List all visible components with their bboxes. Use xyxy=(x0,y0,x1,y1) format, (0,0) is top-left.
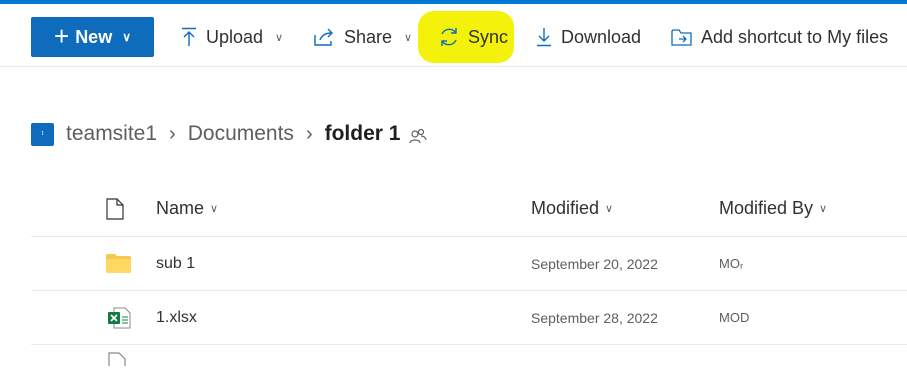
breadcrumb-library[interactable]: Documents xyxy=(188,122,294,146)
item-name[interactable]: 1.xlsx xyxy=(156,291,197,344)
upload-icon xyxy=(180,27,198,47)
item-modified: September 20, 2022 xyxy=(531,255,658,272)
upload-button[interactable]: Upload ∨ xyxy=(180,17,283,57)
chevron-down-icon: ∨ xyxy=(404,31,413,44)
chevron-down-icon: ∨ xyxy=(210,203,219,215)
file-type-icon[interactable] xyxy=(106,198,124,220)
share-label: Share xyxy=(344,26,393,47)
item-name[interactable]: sub 1 xyxy=(156,237,195,290)
folder-icon xyxy=(106,237,131,290)
shortcut-icon xyxy=(671,27,693,47)
sync-label: Sync xyxy=(468,26,509,47)
download-label: Download xyxy=(561,26,642,47)
item-modified: September 28, 2022 xyxy=(531,309,658,326)
breadcrumb: t teamsite1 › Documents › folder 1 xyxy=(31,118,428,150)
breadcrumb-site[interactable]: teamsite1 xyxy=(66,122,157,146)
shared-people-icon[interactable] xyxy=(409,128,428,144)
new-button-label: New xyxy=(75,26,113,47)
chevron-down-icon: ∨ xyxy=(819,203,828,215)
sync-icon xyxy=(438,26,460,48)
download-button[interactable]: Download xyxy=(535,17,641,57)
add-shortcut-label: Add shortcut to My files xyxy=(701,26,889,47)
excel-file-icon xyxy=(107,291,131,344)
share-icon xyxy=(314,28,336,46)
column-header-name[interactable]: Name ∨ xyxy=(156,198,218,219)
plus-icon: + xyxy=(54,20,70,51)
download-icon xyxy=(535,27,553,47)
chevron-right-icon: › xyxy=(169,122,176,145)
item-modified-by: MOD xyxy=(719,310,750,325)
chevron-down-icon: ∨ xyxy=(605,203,614,215)
site-logo: t xyxy=(31,122,54,146)
list-row[interactable]: sub 1 September 20, 2022 MOᵣ xyxy=(31,237,907,291)
share-button[interactable]: Share ∨ xyxy=(314,17,412,57)
chevron-down-icon: ∨ xyxy=(122,30,131,44)
new-button[interactable]: + New ∨ xyxy=(31,17,154,57)
upload-label: Upload xyxy=(206,26,264,47)
command-bar: + New ∨ Upload ∨ Share ∨ Sync Download A… xyxy=(0,4,907,67)
add-shortcut-button[interactable]: Add shortcut to My files xyxy=(671,17,888,57)
chevron-down-icon: ∨ xyxy=(275,31,284,44)
sync-button[interactable]: Sync xyxy=(438,17,508,57)
item-modified-by: MOᵣ xyxy=(719,256,744,271)
column-header-modified-by[interactable]: Modified By ∨ xyxy=(719,198,827,219)
breadcrumb-current: folder 1 xyxy=(324,122,401,145)
list-header: Name ∨ Modified ∨ Modified By ∨ xyxy=(31,182,907,237)
column-header-modified[interactable]: Modified ∨ xyxy=(531,198,613,219)
file-icon xyxy=(108,352,126,371)
chevron-right-icon: › xyxy=(305,122,313,145)
list-row[interactable]: 1.xlsx September 28, 2022 MOD xyxy=(31,291,907,345)
